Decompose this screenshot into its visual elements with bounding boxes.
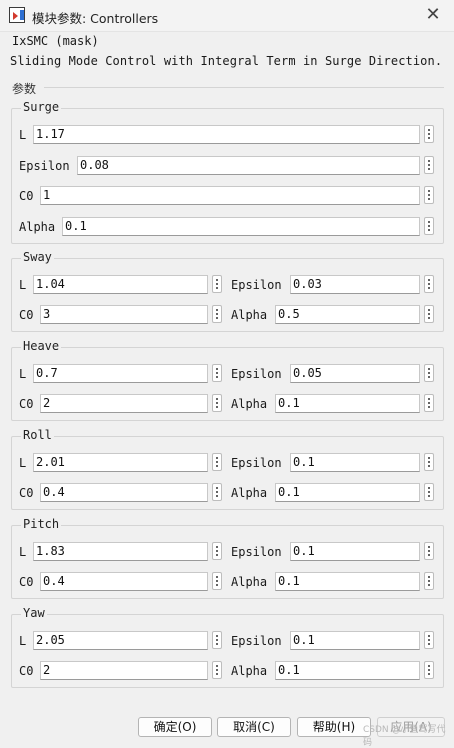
- pitch-c0-menu-icon[interactable]: [212, 572, 222, 590]
- surge-l-menu-icon[interactable]: [424, 125, 434, 143]
- heave-c0-label: C0: [19, 397, 34, 411]
- pitch-c0-label: C0: [19, 575, 34, 589]
- parameters-divider: [44, 87, 444, 88]
- roll-c0-menu-icon[interactable]: [212, 483, 222, 501]
- sway-epsilon-field[interactable]: 0.03: [290, 275, 420, 294]
- roll-l-menu-icon[interactable]: [212, 453, 222, 471]
- sway-c0-menu-icon[interactable]: [212, 305, 222, 323]
- sway-l-field[interactable]: 1.04: [33, 275, 208, 294]
- surge-epsilon-label: Epsilon: [19, 159, 70, 173]
- heave-epsilon-menu-icon[interactable]: [424, 364, 434, 382]
- close-button[interactable]: ✕: [422, 5, 444, 27]
- group-title-surge: Surge: [21, 100, 62, 114]
- surge-c0-field[interactable]: 1: [40, 186, 420, 205]
- yaw-alpha-label: Alpha: [231, 664, 268, 678]
- sway-l-menu-icon[interactable]: [212, 275, 222, 293]
- mask-description: Sliding Mode Control with Integral Term …: [10, 54, 443, 68]
- help-button[interactable]: 帮助(H): [297, 717, 371, 737]
- heave-epsilon-field[interactable]: 0.05: [290, 364, 420, 383]
- roll-alpha-label: Alpha: [231, 486, 268, 500]
- group-title-yaw: Yaw: [21, 606, 47, 620]
- roll-l-label: L: [19, 456, 27, 470]
- sway-l-label: L: [19, 278, 27, 292]
- sway-c0-field[interactable]: 3: [40, 305, 208, 324]
- pitch-alpha-menu-icon[interactable]: [424, 572, 434, 590]
- title-bar: 模块参数: Controllers ✕: [0, 0, 454, 32]
- sway-alpha-menu-icon[interactable]: [424, 305, 434, 323]
- yaw-l-label: L: [19, 634, 27, 648]
- pitch-c0-field[interactable]: 0.4: [40, 572, 208, 591]
- heave-alpha-menu-icon[interactable]: [424, 394, 434, 412]
- sway-epsilon-label: Epsilon: [231, 278, 282, 292]
- yaw-l-field[interactable]: 2.05: [33, 631, 208, 650]
- yaw-epsilon-menu-icon[interactable]: [424, 631, 434, 649]
- roll-alpha-field[interactable]: 0.1: [275, 483, 420, 502]
- sway-c0-label: C0: [19, 308, 34, 322]
- heave-l-label: L: [19, 367, 27, 381]
- heave-alpha-field[interactable]: 0.1: [275, 394, 420, 413]
- surge-l-field[interactable]: 1.17: [33, 125, 420, 144]
- surge-c0-menu-icon[interactable]: [424, 186, 434, 204]
- pitch-l-menu-icon[interactable]: [212, 542, 222, 560]
- roll-epsilon-menu-icon[interactable]: [424, 453, 434, 471]
- window-title: 模块参数: Controllers: [32, 11, 159, 26]
- pitch-l-label: L: [19, 545, 27, 559]
- surge-alpha-label: Alpha: [19, 220, 56, 234]
- group-title-pitch: Pitch: [21, 517, 62, 531]
- group-title-heave: Heave: [21, 339, 62, 353]
- sway-alpha-field[interactable]: 0.5: [275, 305, 420, 324]
- roll-c0-field[interactable]: 0.4: [40, 483, 208, 502]
- pitch-alpha-label: Alpha: [231, 575, 268, 589]
- surge-alpha-field[interactable]: 0.1: [62, 217, 420, 236]
- sway-alpha-label: Alpha: [231, 308, 268, 322]
- roll-l-field[interactable]: 2.01: [33, 453, 208, 472]
- pitch-epsilon-label: Epsilon: [231, 545, 282, 559]
- yaw-l-menu-icon[interactable]: [212, 631, 222, 649]
- heave-epsilon-label: Epsilon: [231, 367, 282, 381]
- roll-epsilon-label: Epsilon: [231, 456, 282, 470]
- surge-l-label: L: [19, 128, 27, 142]
- yaw-epsilon-label: Epsilon: [231, 634, 282, 648]
- yaw-alpha-field[interactable]: 0.1: [275, 661, 420, 680]
- group-title-sway: Sway: [21, 250, 54, 264]
- cancel-button[interactable]: 取消(C): [217, 717, 291, 737]
- surge-epsilon-menu-icon[interactable]: [424, 156, 434, 174]
- watermark: CSDN @小鱼驾写代码: [363, 725, 446, 748]
- yaw-alpha-menu-icon[interactable]: [424, 661, 434, 679]
- pitch-alpha-field[interactable]: 0.1: [275, 572, 420, 591]
- yaw-c0-label: C0: [19, 664, 34, 678]
- heave-l-menu-icon[interactable]: [212, 364, 222, 382]
- pitch-epsilon-field[interactable]: 0.1: [290, 542, 420, 561]
- pitch-l-field[interactable]: 1.83: [33, 542, 208, 561]
- yaw-epsilon-field[interactable]: 0.1: [290, 631, 420, 650]
- roll-c0-label: C0: [19, 486, 34, 500]
- heave-c0-field[interactable]: 2: [40, 394, 208, 413]
- roll-epsilon-field[interactable]: 0.1: [290, 453, 420, 472]
- surge-epsilon-field[interactable]: 0.08: [77, 156, 420, 175]
- heave-c0-menu-icon[interactable]: [212, 394, 222, 412]
- parameters-heading: 参数: [12, 82, 37, 96]
- simulink-block-icon: [9, 7, 25, 23]
- surge-c0-label: C0: [19, 189, 34, 203]
- sway-epsilon-menu-icon[interactable]: [424, 275, 434, 293]
- mask-type-title: IxSMC (mask): [12, 34, 99, 48]
- ok-button[interactable]: 确定(O): [138, 717, 212, 737]
- heave-l-field[interactable]: 0.7: [33, 364, 208, 383]
- pitch-epsilon-menu-icon[interactable]: [424, 542, 434, 560]
- group-title-roll: Roll: [21, 428, 54, 442]
- surge-alpha-menu-icon[interactable]: [424, 217, 434, 235]
- yaw-c0-menu-icon[interactable]: [212, 661, 222, 679]
- roll-alpha-menu-icon[interactable]: [424, 483, 434, 501]
- yaw-c0-field[interactable]: 2: [40, 661, 208, 680]
- heave-alpha-label: Alpha: [231, 397, 268, 411]
